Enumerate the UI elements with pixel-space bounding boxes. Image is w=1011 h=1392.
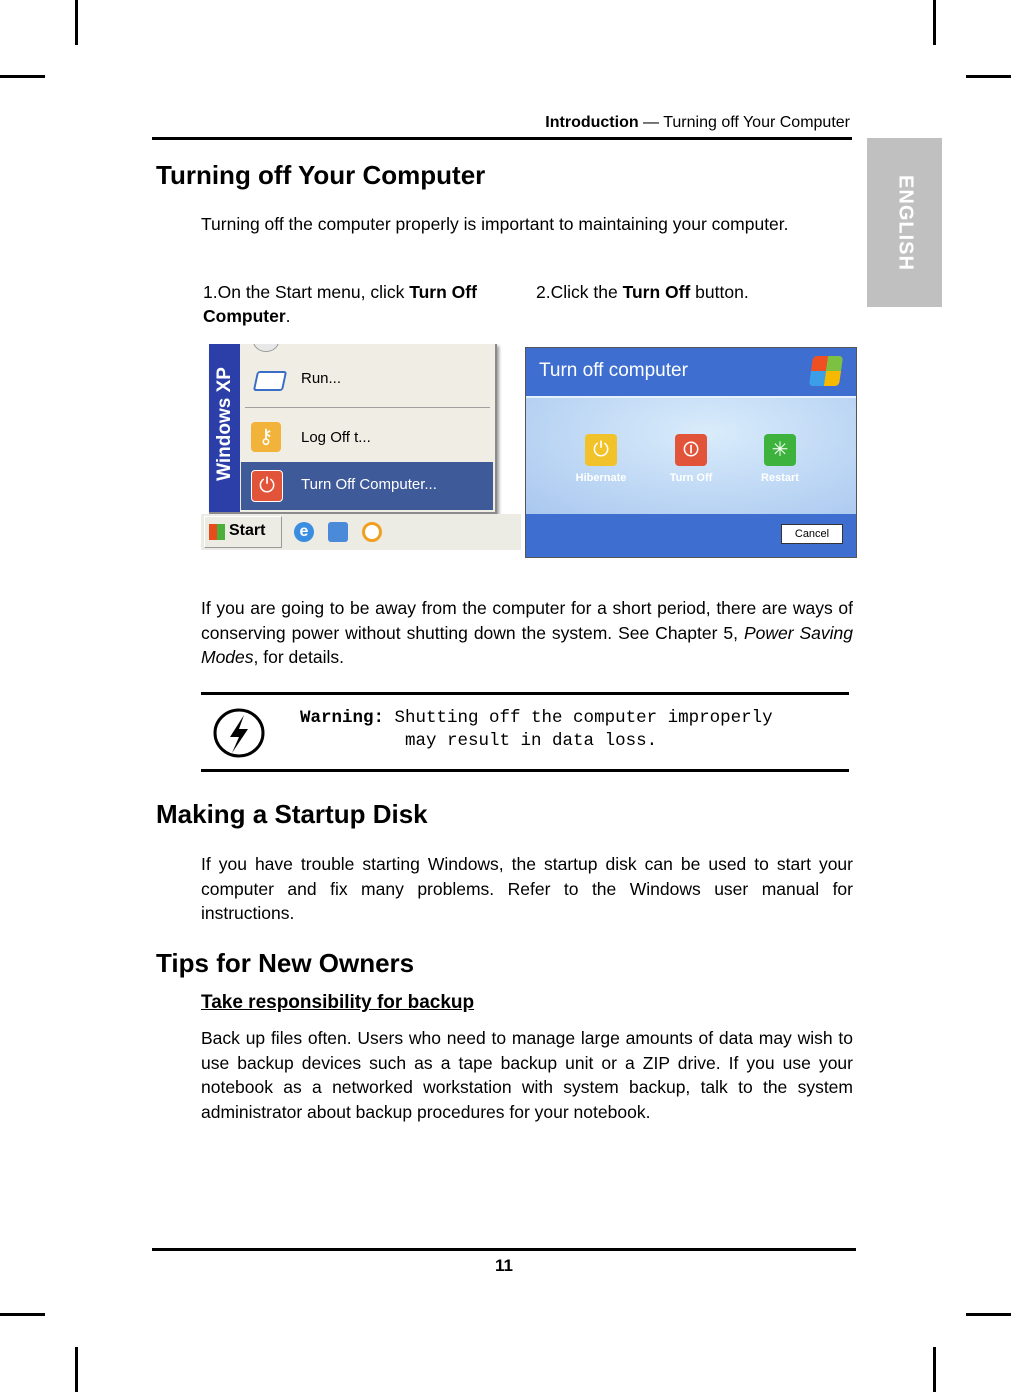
page-number: 11 xyxy=(495,1256,513,1275)
warning-line-1: Shutting off the computer improperly xyxy=(394,708,773,728)
menu-item-turn-off-label: Turn Off Computer... xyxy=(301,476,437,493)
run-icon xyxy=(252,371,288,391)
section-title-tips: Tips for New Owners xyxy=(156,948,415,978)
crop-mark xyxy=(933,1347,936,1392)
tips-subtitle: Take responsibility for backup xyxy=(201,992,475,1013)
crop-mark xyxy=(966,75,1011,78)
dialog-title: Turn off computer xyxy=(539,360,688,381)
start-button[interactable]: Start xyxy=(204,516,282,548)
menu-item-turn-off-computer[interactable]: ⏻ Turn Off Computer... xyxy=(241,462,493,510)
crop-mark xyxy=(933,0,936,45)
windows-xp-banner-label: Windows XP xyxy=(213,367,235,481)
header-separator: — xyxy=(638,114,664,131)
windows-logo-icon xyxy=(209,524,225,540)
step-1-end: . xyxy=(285,306,291,326)
menu-item-log-off[interactable]: ⚷ Log Off t... xyxy=(241,420,491,456)
ie-icon[interactable]: e xyxy=(294,522,314,542)
menu-item-run-label: Run... xyxy=(301,370,342,387)
section-title-startup-disk: Making a Startup Disk xyxy=(156,799,428,829)
section-title-turn-off: Turning off Your Computer xyxy=(156,160,486,190)
warning-bottom-rule xyxy=(201,769,849,772)
turn-off-intro: Turning off the computer properly is imp… xyxy=(201,214,789,234)
hibernate-icon: ⏻ xyxy=(585,434,617,466)
tips-body: Back up files often. Users who need to m… xyxy=(201,1028,853,1122)
menu-separator xyxy=(245,407,490,408)
step-2-number: 2. xyxy=(536,282,551,302)
power-saving-note: If you are going to be away from the com… xyxy=(201,596,853,670)
startup-body: If you have trouble starting Windows, th… xyxy=(201,854,853,923)
start-button-label: Start xyxy=(229,522,266,539)
windows-flag-icon xyxy=(808,356,844,386)
restart-icon: ✳ xyxy=(764,434,796,466)
restart-label: Restart xyxy=(761,472,799,484)
turn-off-dialog: Turn off computer ⏻ Hibernate ⏼ Turn Off… xyxy=(525,347,857,558)
cancel-button[interactable]: Cancel xyxy=(781,524,843,544)
power-icon: ⏻ xyxy=(251,470,283,502)
restart-button[interactable]: ✳ Restart xyxy=(745,434,815,490)
turn-off-icon: ⏼ xyxy=(675,434,707,466)
warning-label: Warning: xyxy=(300,708,385,728)
step-1: 1.On the Start menu, click Turn Off Comp… xyxy=(203,280,513,328)
step-2-bold: Turn Off xyxy=(622,282,691,302)
step-2-text: Click the xyxy=(550,282,623,302)
language-tab: ENGLISH xyxy=(867,138,942,307)
header-topic: Turning off Your Computer xyxy=(663,114,850,131)
warning-icon xyxy=(212,707,266,764)
menu-item-run[interactable]: Run... xyxy=(241,364,491,396)
start-menu-screenshot: Windows XP Run... ⚷ Log Off t... ⏻ Turn … xyxy=(201,344,521,550)
warning-line-2: may result in data loss. xyxy=(405,731,658,751)
windows-xp-banner: Windows XP xyxy=(209,344,240,512)
footer-rule xyxy=(152,1248,856,1251)
language-tab-label: ENGLISH xyxy=(894,174,916,271)
step-2: 2.Click the Turn Off button. xyxy=(536,280,836,304)
crop-mark xyxy=(0,1313,45,1316)
note-end: , for details. xyxy=(253,647,344,667)
running-header: Introduction — Turning off Your Computer xyxy=(152,114,850,132)
turn-off-button[interactable]: ⏼ Turn Off xyxy=(656,434,726,490)
menu-item-log-off-label: Log Off t... xyxy=(301,429,371,446)
header-section: Introduction xyxy=(545,114,639,131)
warning-text: Warning: Shutting off the computer impro… xyxy=(300,707,773,753)
turn-off-label: Turn Off xyxy=(669,472,713,484)
step-1-text: On the Start menu, click xyxy=(217,282,410,302)
outlook-icon[interactable] xyxy=(328,522,348,542)
key-icon: ⚷ xyxy=(251,422,281,452)
crop-mark xyxy=(0,75,45,78)
hibernate-button[interactable]: ⏻ Hibernate xyxy=(566,434,636,490)
media-player-icon[interactable] xyxy=(362,522,382,542)
warning-top-rule xyxy=(201,692,849,695)
hibernate-label: Hibernate xyxy=(575,472,627,484)
header-rule xyxy=(152,137,852,140)
crop-mark xyxy=(966,1313,1011,1316)
crop-mark xyxy=(75,0,78,45)
step-2-end: button. xyxy=(690,282,749,302)
step-1-number: 1. xyxy=(203,282,218,302)
crop-mark xyxy=(75,1347,78,1392)
